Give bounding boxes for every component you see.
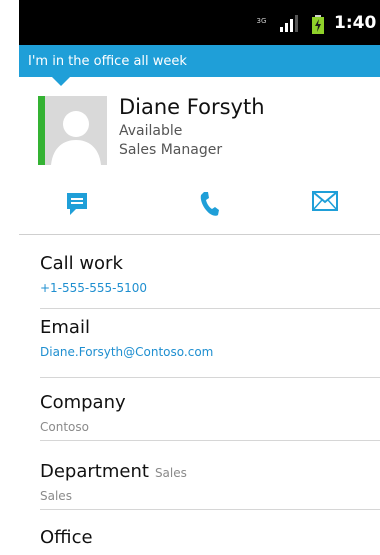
call-work-label: Call work — [40, 253, 123, 274]
email-address[interactable]: Diane.Forsyth@Contoso.com — [40, 345, 213, 359]
department-value: Sales — [40, 489, 72, 503]
status-bar: 3G 1:40 — [19, 0, 380, 45]
avatar — [38, 96, 107, 165]
phone-icon — [200, 192, 219, 216]
company-row: Company Contoso — [19, 378, 380, 441]
call-button[interactable] — [189, 187, 229, 223]
presence-note-text: I'm in the office all week — [28, 54, 187, 69]
clock-time: 1:40 — [334, 13, 377, 33]
contact-name: Diane Forsyth — [119, 95, 265, 119]
signal-strength-icon — [280, 15, 298, 32]
send-email-button[interactable] — [305, 187, 345, 223]
phone-screen: 3G 1:40 I'm in the office all week Diane… — [19, 0, 380, 555]
contact-header: Diane Forsyth Available Sales Manager — [19, 77, 380, 177]
email-label: Email — [40, 317, 90, 338]
presence-indicator — [38, 96, 45, 165]
department-label: Department — [40, 461, 149, 482]
contact-status: Available — [119, 123, 183, 139]
office-label: Office — [40, 527, 93, 548]
office-row: Office — [19, 510, 380, 555]
send-message-button[interactable] — [57, 187, 97, 223]
department-label-line: Department Sales — [40, 461, 187, 482]
company-value: Contoso — [40, 420, 89, 434]
contact-job-title: Sales Manager — [119, 142, 223, 158]
message-icon — [67, 193, 87, 215]
presence-note-banner: I'm in the office all week — [19, 45, 380, 86]
department-inline-value: Sales — [154, 466, 187, 480]
default-avatar-icon — [45, 96, 107, 165]
email-icon — [312, 191, 338, 211]
left-margin — [0, 0, 19, 555]
battery-icon — [312, 15, 324, 34]
network-type-indicator: 3G — [256, 17, 267, 25]
call-work-row[interactable]: Call work +1-555-555-5100 — [19, 235, 380, 309]
work-phone-number[interactable]: +1-555-555-5100 — [40, 281, 147, 295]
contact-actions — [19, 177, 380, 235]
department-row: Department Sales Sales — [19, 441, 380, 510]
email-row[interactable]: Email Diane.Forsyth@Contoso.com — [19, 309, 380, 378]
company-label: Company — [40, 392, 126, 413]
